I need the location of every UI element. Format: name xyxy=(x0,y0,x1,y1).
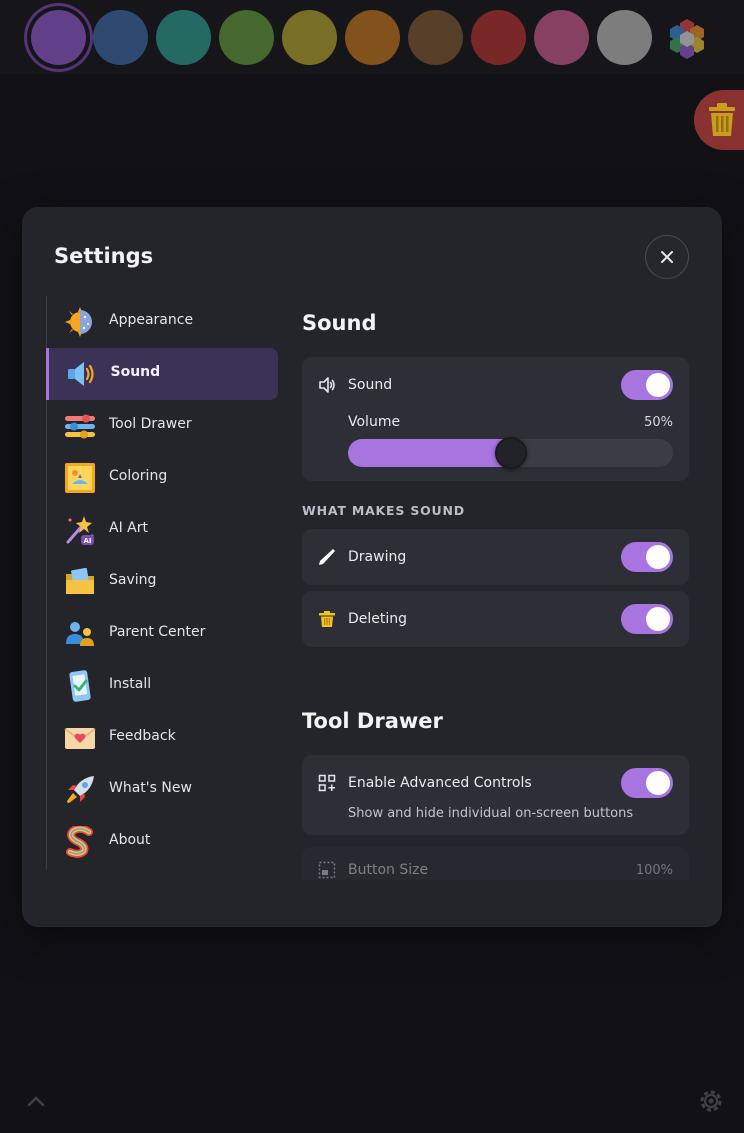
sidebar-item-label: Tool Drawer xyxy=(109,416,192,432)
sidebar-item-install[interactable]: Install xyxy=(47,660,279,712)
sidebar-item-label: AI Art xyxy=(109,520,148,536)
drawing-label: Drawing xyxy=(348,549,407,565)
settings-content: Sound Sound Volume 50% WHAT MAKES SOUND … xyxy=(302,296,690,880)
picture-icon xyxy=(65,463,95,493)
advanced-controls-description: Show and hide individual on-screen butto… xyxy=(348,806,634,821)
drawing-card: Drawing xyxy=(302,529,689,585)
sidebar-item-label: Sound xyxy=(110,364,161,380)
grid-plus-icon xyxy=(318,774,336,792)
volume-slider-thumb[interactable] xyxy=(494,437,527,469)
advanced-controls-card: Enable Advanced Controls Show and hide i… xyxy=(302,755,689,835)
chevron-up-icon[interactable] xyxy=(26,1093,46,1109)
deleting-sound-toggle[interactable] xyxy=(621,604,673,634)
sidebar-item-label: What's New xyxy=(109,780,192,796)
trash-icon xyxy=(319,611,335,627)
parent-child-icon xyxy=(66,622,94,646)
magic-wand-icon: AI xyxy=(66,516,94,545)
toggle-knob xyxy=(646,373,670,397)
button-size-icon xyxy=(318,861,336,879)
toggle-knob xyxy=(646,545,670,569)
toggle-knob xyxy=(646,607,670,631)
sidebar-item-about[interactable]: About xyxy=(47,816,279,868)
sidebar-item-label: Coloring xyxy=(109,468,168,484)
volume-slider[interactable] xyxy=(348,437,673,469)
sidebar-item-tool-drawer[interactable]: Tool Drawer xyxy=(47,400,279,452)
sidebar-item-ai-art[interactable]: AI AI Art xyxy=(47,504,279,556)
sidebar-item-sound[interactable]: Sound xyxy=(45,348,278,400)
sound-toggle[interactable] xyxy=(621,370,673,400)
advanced-controls-label: Enable Advanced Controls xyxy=(348,775,532,791)
svg-text:AI: AI xyxy=(83,537,91,545)
sidebar-item-label: Saving xyxy=(109,572,157,588)
sidebar-item-saving[interactable]: Saving xyxy=(47,556,279,608)
trash-icon xyxy=(709,103,735,136)
drawing-sound-toggle[interactable] xyxy=(621,542,673,572)
button-size-card: Button Size 100% xyxy=(302,847,689,880)
volume-value: 50% xyxy=(644,415,673,430)
folder-photo-icon xyxy=(66,567,94,594)
color-wheel-icon[interactable] xyxy=(664,17,710,59)
delete-drawing-button[interactable] xyxy=(694,90,744,150)
swatch-green[interactable] xyxy=(219,10,274,65)
color-palette xyxy=(0,0,744,74)
rainbow-s-icon xyxy=(66,826,93,858)
what-makes-sound-heading: WHAT MAKES SOUND xyxy=(302,503,465,518)
swatch-red[interactable] xyxy=(471,10,526,65)
button-size-value: 100% xyxy=(635,863,673,878)
swatch-gray[interactable] xyxy=(597,10,652,65)
swatch-teal[interactable] xyxy=(156,10,211,65)
sidebar-item-appearance[interactable]: Appearance xyxy=(47,296,279,348)
swatch-brown[interactable] xyxy=(408,10,463,65)
sidebar-item-label: Feedback xyxy=(109,728,176,744)
sidebar-item-label: Install xyxy=(109,676,152,692)
rocket-icon xyxy=(67,776,94,803)
sound-section-title: Sound xyxy=(302,311,377,335)
settings-title: Settings xyxy=(54,244,154,268)
swatch-pink[interactable] xyxy=(534,10,589,65)
sun-moon-icon xyxy=(65,307,92,337)
settings-sidebar: Appearance Sound Tool Drawer Coloring AI… xyxy=(45,296,279,870)
volume-slider-fill xyxy=(348,439,511,467)
close-button[interactable] xyxy=(645,235,689,279)
swatch-blue[interactable] xyxy=(93,10,148,65)
sidebar-item-label: About xyxy=(109,832,151,848)
tool-drawer-section-title: Tool Drawer xyxy=(302,709,443,733)
speaker-icon xyxy=(67,362,94,386)
deleting-card: Deleting xyxy=(302,591,689,647)
advanced-controls-toggle[interactable] xyxy=(621,768,673,798)
button-size-label: Button Size xyxy=(348,862,429,878)
sidebar-item-label: Appearance xyxy=(109,312,194,328)
toggle-knob xyxy=(646,771,670,795)
speaker-icon xyxy=(319,377,335,393)
sliders-icon xyxy=(65,414,95,439)
close-icon xyxy=(661,251,673,263)
sidebar-item-whats-new[interactable]: What's New xyxy=(47,764,279,816)
sound-card: Sound Volume 50% xyxy=(302,357,689,481)
settings-dialog: Settings Appearance Sound Tool Drawer Co… xyxy=(22,207,722,927)
envelope-heart-icon xyxy=(64,728,96,749)
sidebar-item-label: Parent Center xyxy=(109,624,206,640)
swatch-yellow[interactable] xyxy=(282,10,337,65)
sidebar-item-coloring[interactable]: Coloring xyxy=(47,452,279,504)
sidebar-item-feedback[interactable]: Feedback xyxy=(47,712,279,764)
volume-label: Volume xyxy=(348,414,401,430)
gear-icon[interactable] xyxy=(697,1087,725,1115)
sound-label: Sound xyxy=(348,377,393,393)
swatch-orange[interactable] xyxy=(345,10,400,65)
sidebar-item-parent-center[interactable]: Parent Center xyxy=(47,608,279,660)
phone-check-icon xyxy=(69,670,91,702)
pencil-icon xyxy=(319,549,335,565)
swatch-purple[interactable] xyxy=(31,10,86,65)
deleting-label: Deleting xyxy=(348,611,408,627)
